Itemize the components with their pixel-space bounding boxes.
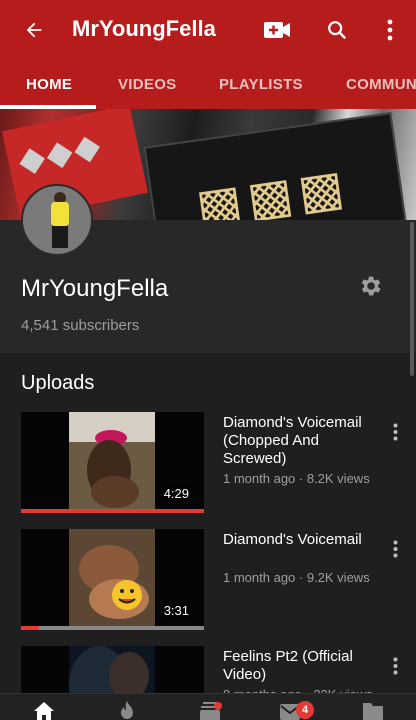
app-bar-title: MrYoungFella <box>72 16 216 41</box>
video-meta: 1 month ago · 8.2K views <box>223 471 370 486</box>
thumbnail-scene <box>69 412 155 512</box>
tab-community[interactable]: COMMUN <box>346 76 416 93</box>
watch-progress-fill <box>21 626 40 630</box>
subscriber-count: 4,541 subscribers <box>21 317 140 334</box>
inbox-badge: 4 <box>296 701 314 719</box>
back-arrow-icon[interactable] <box>18 14 50 46</box>
video-item[interactable]: 3:31 Diamond's Voicemail 1 month ago · 9… <box>21 529 405 631</box>
video-camera-add-icon[interactable] <box>259 12 295 48</box>
video-meta: 1 month ago · 9.2K views <box>223 570 370 585</box>
video-title: Diamond's Voicemail (Chopped And Screwed… <box>223 414 362 467</box>
channel-tabs: HOME VIDEOS PLAYLISTS COMMUN <box>0 60 416 109</box>
tab-playlists[interactable]: PLAYLISTS <box>219 76 303 93</box>
channel-name: MrYoungFella <box>21 275 169 302</box>
watch-progress-fill <box>21 509 204 513</box>
video-more-icon[interactable] <box>385 654 405 678</box>
settings-gear-icon[interactable] <box>352 268 388 304</box>
video-more-icon[interactable] <box>385 537 405 561</box>
video-thumbnail[interactable]: 3:31 <box>21 529 204 629</box>
video-duration: 3:31 <box>160 602 192 619</box>
subscriptions-new-dot <box>214 702 222 710</box>
home-icon[interactable] <box>31 700 57 720</box>
video-more-icon[interactable] <box>385 420 405 444</box>
video-item[interactable]: 4:29 Diamond's Voicemail (Chopped And Sc… <box>21 412 405 514</box>
more-vert-icon[interactable] <box>372 12 408 48</box>
avatar-figure-legs <box>52 226 68 248</box>
bottom-navigation <box>0 693 416 720</box>
watch-progress-bar <box>21 626 204 630</box>
tab-videos[interactable]: VIDEOS <box>118 76 176 93</box>
thumbnail-scene <box>69 529 155 629</box>
video-thumbnail[interactable]: 4:29 <box>21 412 204 512</box>
channel-avatar[interactable] <box>21 184 93 256</box>
uploads-section-title: Uploads <box>21 372 95 394</box>
app-bar: MrYoungFella <box>0 0 416 60</box>
video-duration: 4:29 <box>160 485 192 502</box>
search-icon[interactable] <box>319 12 355 48</box>
trending-flame-icon[interactable] <box>114 700 140 720</box>
tab-home[interactable]: HOME <box>26 76 72 93</box>
video-title: Feelins Pt2 (Official Video) <box>223 648 353 683</box>
watch-progress-bar <box>21 509 204 513</box>
scrollbar[interactable] <box>410 222 414 376</box>
avatar-figure-body <box>51 202 69 226</box>
library-folder-icon[interactable] <box>360 700 386 720</box>
video-title: Diamond's Voicemail <box>223 531 362 548</box>
